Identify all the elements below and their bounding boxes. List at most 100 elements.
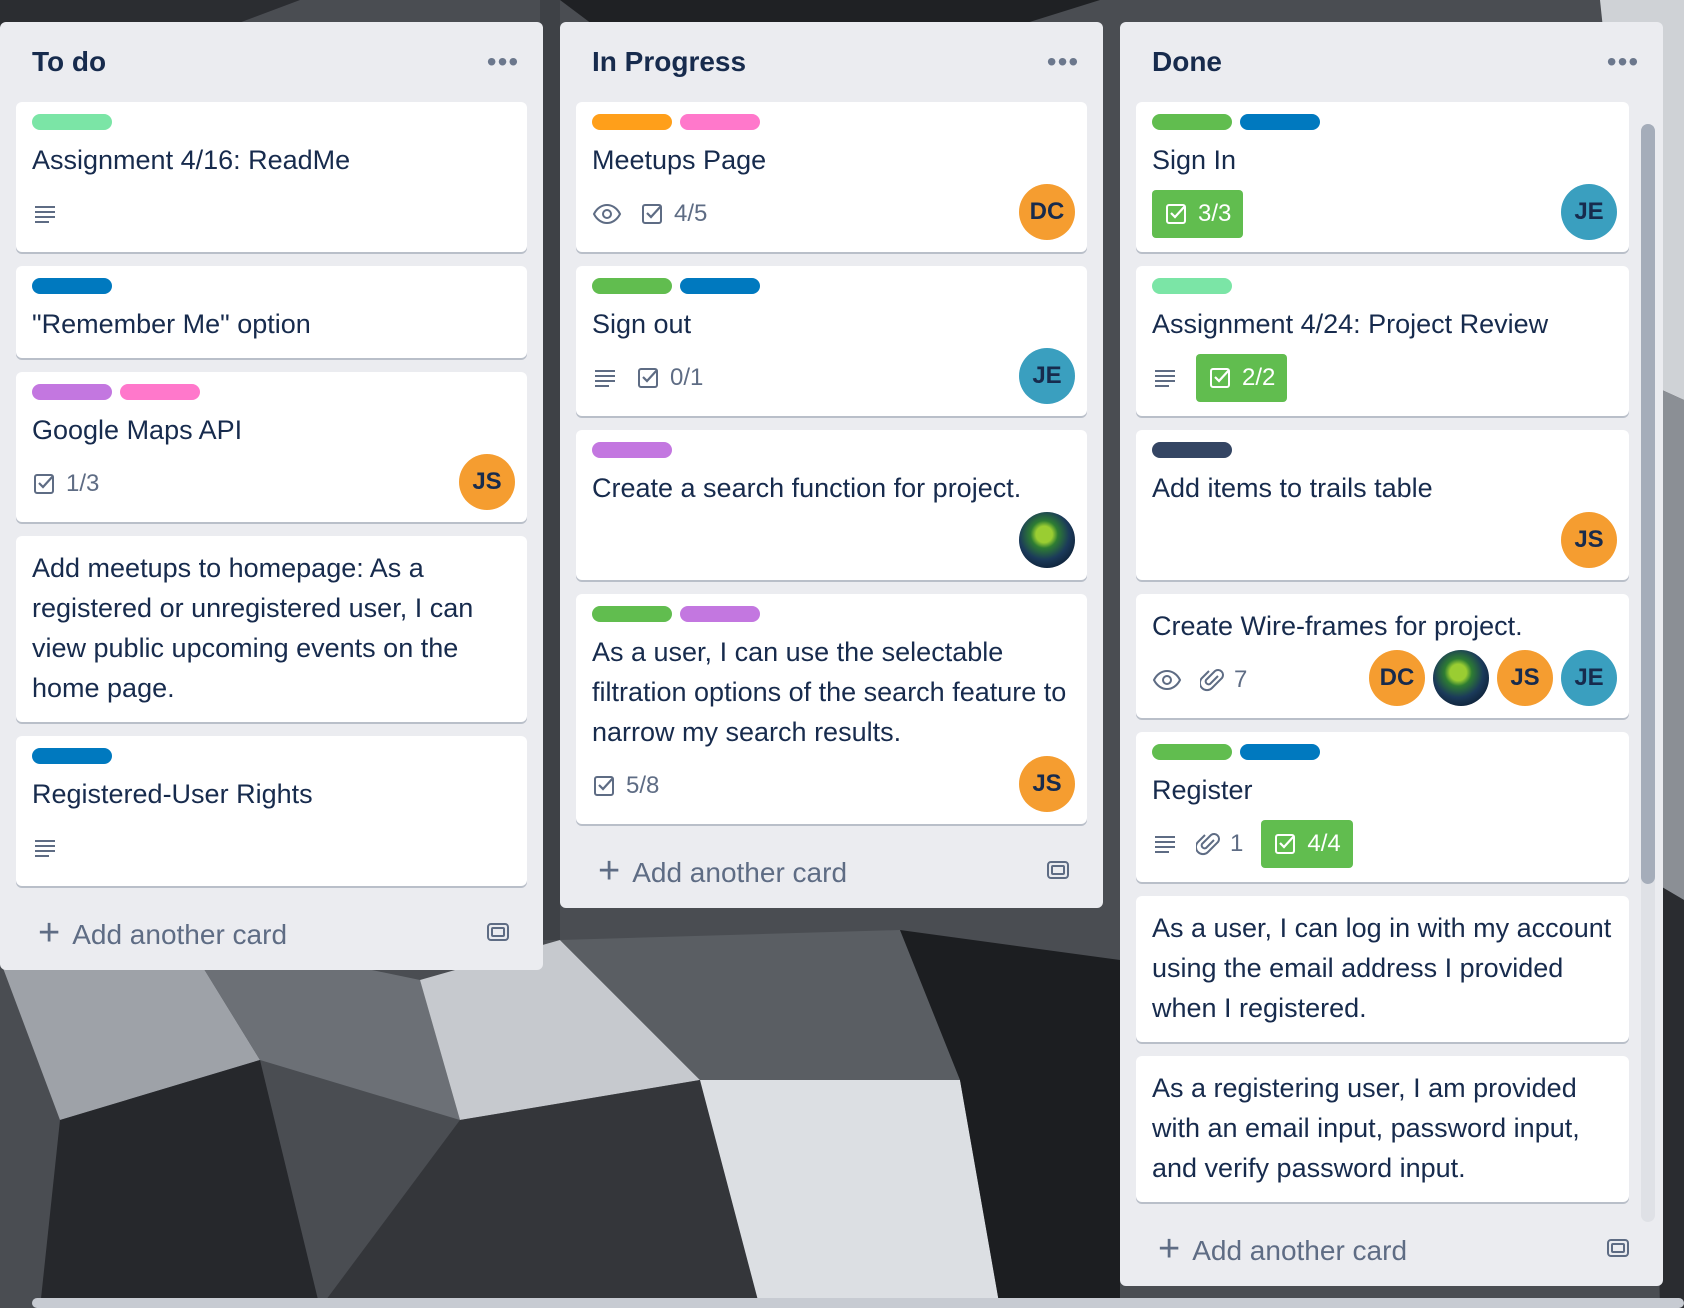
card-title: Assignment 4/24: Project Review [1152,309,1549,339]
template-icon[interactable] [1605,1235,1631,1268]
list-scrollbar[interactable] [1641,124,1655,1222]
board-horizontal-scrollbar[interactable] [32,1298,1684,1308]
card-label-green[interactable] [592,278,672,294]
card[interactable]: Add items to trails table JS [1136,430,1629,580]
card-label-pink[interactable] [120,384,200,400]
card[interactable]: Register 1 4/4 [1136,732,1629,882]
card-label-purple[interactable] [592,442,672,458]
card-label-mint[interactable] [1152,278,1232,294]
badge-checklist: 5/8 [592,772,659,800]
list-header: In Progress ••• [576,22,1087,102]
avatar[interactable]: DC [1369,650,1425,706]
card[interactable]: Sign out 0/1 JE [576,266,1087,416]
card-label-blue[interactable] [1240,114,1320,130]
badge-text: 7 [1234,666,1248,693]
badge-checklist: 4/5 [640,200,707,228]
badge-checklist: 3/3 [1152,190,1244,238]
card-label-pink[interactable] [680,114,760,130]
card-labels [592,442,1071,458]
card-labels [592,278,1071,294]
card[interactable]: As a user, I can log in with my account … [1136,896,1629,1042]
avatar[interactable]: JE [1019,348,1075,404]
card-badges: 2/2 [1152,354,1613,402]
card-labels [32,278,511,294]
template-icon[interactable] [1045,857,1071,890]
badge-checklist: 2/2 [1196,354,1288,402]
card-members: JE [1019,348,1075,404]
add-card-button[interactable]: + Add another card [576,838,1087,908]
card-label-blue[interactable] [32,748,112,764]
list-menu-icon[interactable]: ••• [1603,42,1643,82]
card[interactable]: Meetups Page 4/5 DC [576,102,1087,252]
card-list: Assignment 4/16: ReadMe "Remember Me" opt… [16,102,527,886]
card[interactable]: Create Wire-frames for project. 7 DC JS JE [1136,594,1629,718]
badge-attachment: 1 [1196,830,1243,858]
card-label-orange[interactable] [592,114,672,130]
avatar[interactable]: JE [1561,650,1617,706]
avatar[interactable]: JS [1561,512,1617,568]
scrollbar-thumb[interactable] [1641,124,1655,884]
list-todo: To do ••• Assignment 4/16: ReadMe "Rememb… [0,22,543,970]
add-card-label: Add another card [1192,1235,1408,1266]
card[interactable]: Create a search function for project. [576,430,1087,580]
card-title: Create a search function for project. [592,473,1022,503]
badge-text: 4/5 [674,200,708,227]
badge-text: 2/2 [1242,364,1276,391]
card-label-mint[interactable] [32,114,112,130]
card-badges [1152,518,1613,566]
avatar[interactable]: JE [1561,184,1617,240]
card-members: DC [1019,184,1075,240]
avatar[interactable]: DC [1019,184,1075,240]
avatar[interactable]: JS [1497,650,1553,706]
card-title: Add items to trails table [1152,473,1433,503]
add-card-button[interactable]: + Add another card [1136,1216,1647,1286]
card-label-green[interactable] [592,606,672,622]
add-card-button[interactable]: + Add another card [16,900,527,970]
card[interactable]: As a registering user, I am provided wit… [1136,1056,1629,1202]
card-label-navy[interactable] [1152,442,1232,458]
card-badges [32,190,511,238]
card-badges: 4/5 [592,190,1071,238]
card-badges: 3/3 [1152,190,1613,238]
card-label-blue[interactable] [32,278,112,294]
list-menu-icon[interactable]: ••• [483,42,523,82]
card-title: Meetups Page [592,145,767,175]
badge-checklist: 0/1 [636,364,703,392]
card-label-purple[interactable] [32,384,112,400]
card-label-green[interactable] [1152,744,1232,760]
list-title[interactable]: To do [32,46,106,78]
card[interactable]: Registered-User Rights [16,736,527,886]
checklist-icon [592,773,618,799]
badge-text: 1/3 [66,470,100,497]
badge-checklist: 1/3 [32,470,99,498]
card-labels [1152,278,1613,294]
card-title: Sign out [592,309,692,339]
card-members [1019,512,1075,568]
add-card-label: Add another card [632,857,848,888]
card-members: JS [459,454,515,510]
card[interactable]: As a user, I can use the selectable filt… [576,594,1087,824]
card[interactable]: Add meetups to homepage: As a registered… [16,536,527,722]
list-header: To do ••• [16,22,527,102]
list-title[interactable]: Done [1152,46,1222,78]
card[interactable]: Google Maps API 1/3 JS [16,372,527,522]
list-menu-icon[interactable]: ••• [1043,42,1083,82]
avatar[interactable]: JS [459,454,515,510]
card[interactable]: Assignment 4/16: ReadMe [16,102,527,252]
card-badges [592,518,1071,566]
card-labels [32,748,511,764]
card-label-green[interactable] [1152,114,1232,130]
avatar[interactable] [1019,512,1075,568]
card-labels [592,114,1071,130]
card-label-blue[interactable] [680,278,760,294]
list-title[interactable]: In Progress [592,46,746,78]
card[interactable]: Sign In 3/3 JE [1136,102,1629,252]
attachment-icon [1200,667,1226,693]
card[interactable]: Assignment 4/24: Project Review 2/2 [1136,266,1629,416]
avatar[interactable] [1433,650,1489,706]
avatar[interactable]: JS [1019,756,1075,812]
card[interactable]: "Remember Me" option [16,266,527,358]
template-icon[interactable] [485,919,511,952]
card-label-purple[interactable] [680,606,760,622]
card-label-blue[interactable] [1240,744,1320,760]
